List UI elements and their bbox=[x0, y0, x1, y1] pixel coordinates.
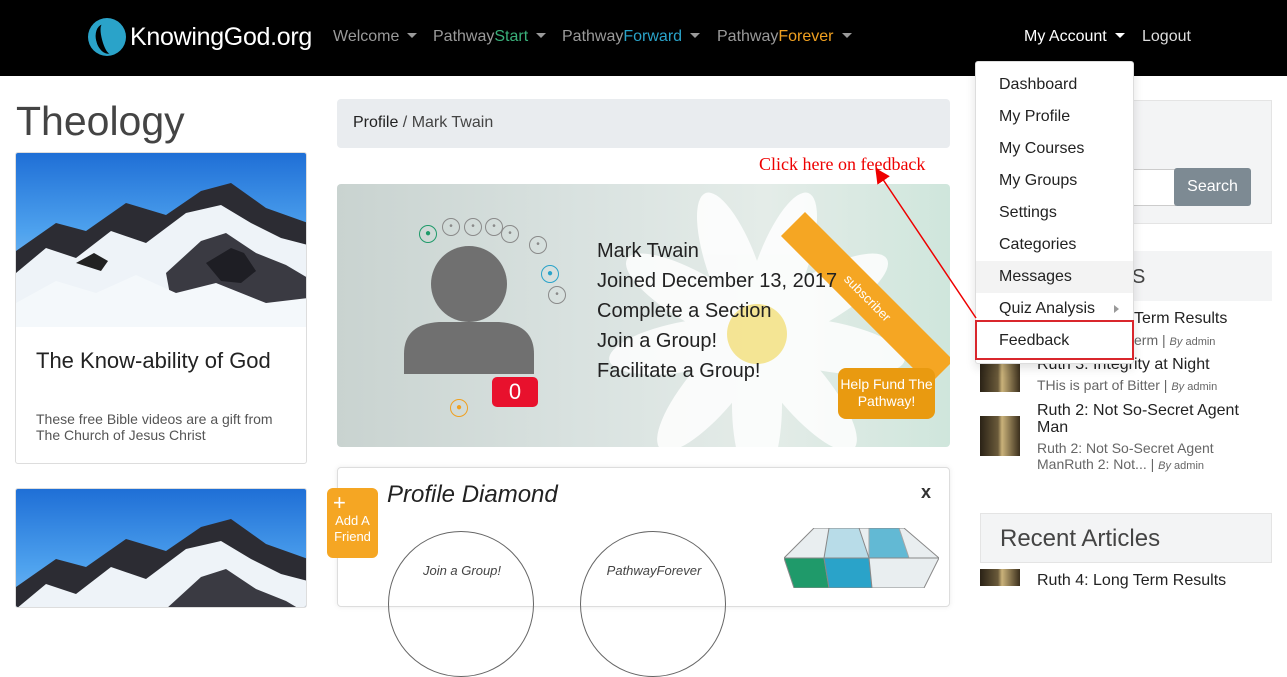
add-friend-button[interactable]: + Add A Friend bbox=[327, 488, 378, 558]
pathwayforever-circle[interactable]: PathwayForever bbox=[580, 531, 726, 677]
course-card[interactable] bbox=[15, 488, 307, 608]
menu-item-my-groups[interactable]: My Groups bbox=[976, 165, 1133, 197]
pin-icon: • bbox=[442, 218, 460, 236]
menu-item-my-profile[interactable]: My Profile bbox=[976, 101, 1133, 133]
nav-forward-word: Forward bbox=[623, 28, 683, 45]
breadcrumb: Profile / Mark Twain bbox=[337, 99, 950, 148]
card-description: These free Bible videos are a gift from … bbox=[36, 411, 273, 443]
my-account-dropdown: Dashboard My Profile My Courses My Group… bbox=[975, 61, 1134, 364]
pin-icon: • bbox=[529, 236, 547, 254]
caret-down-icon bbox=[407, 33, 418, 38]
circle-label: PathwayForever bbox=[606, 563, 702, 578]
caret-down-icon bbox=[536, 33, 547, 38]
menu-item-quiz-analysis[interactable]: Quiz Analysis bbox=[976, 293, 1133, 325]
profile-joined: Joined December 13, 2017 bbox=[597, 270, 838, 292]
search-input[interactable] bbox=[1128, 169, 1176, 206]
pin-forward-icon: ● bbox=[541, 265, 559, 283]
article-snippet: Ruth 2: Not So-Secret Agent ManRuth 2: N… bbox=[1037, 440, 1214, 472]
course-card[interactable]: The Know-ability of God These free Bible… bbox=[15, 152, 307, 464]
article-title[interactable]: Term Results bbox=[1134, 310, 1264, 327]
caret-down-icon bbox=[841, 33, 852, 38]
plus-icon: + bbox=[333, 490, 346, 515]
diamond-gem-icon bbox=[784, 528, 939, 588]
breadcrumb-separator: / bbox=[398, 114, 412, 131]
pin-forever-icon: ● bbox=[450, 399, 468, 417]
nav-welcome-label: Welcome bbox=[333, 28, 400, 45]
byline-prefix: By bbox=[1169, 336, 1183, 348]
sidebar-section-title-fragment: S bbox=[1132, 266, 1146, 288]
nav-forever-word: Forever bbox=[778, 28, 834, 45]
article-byline: By admin bbox=[1158, 460, 1204, 472]
caret-down-icon bbox=[690, 33, 701, 38]
facilitate-group-link[interactable]: Facilitate a Group! bbox=[597, 360, 760, 383]
join-group-circle[interactable]: Join a Group! bbox=[388, 531, 534, 677]
article-snippet-text: erm bbox=[1134, 332, 1159, 348]
article-title[interactable]: Ruth 2: Not So-Secret Agent Man bbox=[1037, 402, 1257, 436]
menu-item-label: Quiz Analysis bbox=[999, 300, 1096, 317]
article-author[interactable]: admin bbox=[1174, 460, 1204, 472]
article-thumbnail[interactable] bbox=[980, 569, 1020, 586]
circle-label: Join a Group! bbox=[422, 563, 502, 578]
points-badge: 0 bbox=[492, 377, 538, 407]
brand-name: KnowingGod.org bbox=[130, 22, 313, 51]
menu-item-messages[interactable]: Messages bbox=[976, 261, 1133, 293]
pin-icon: • bbox=[464, 218, 482, 236]
join-group-link[interactable]: Join a Group! bbox=[597, 330, 717, 353]
byline-prefix: By bbox=[1158, 460, 1171, 472]
breadcrumb-current: Mark Twain bbox=[411, 114, 494, 131]
article-snippet: THis is part of Bitter | By admin bbox=[1037, 377, 1218, 393]
profile-banner: subscriber 0 ● • • • • • ● • ● Mark Twai… bbox=[337, 184, 950, 447]
feedback-annotation: Click here on feedback bbox=[759, 154, 926, 174]
nav-pathway-forward[interactable]: PathwayForward bbox=[562, 28, 701, 46]
menu-item-categories[interactable]: Categories bbox=[976, 229, 1133, 261]
nav-pathway-start[interactable]: PathwayStart bbox=[433, 28, 547, 46]
nav-start-word: Start bbox=[494, 28, 529, 45]
nav-welcome[interactable]: Welcome bbox=[333, 28, 418, 46]
pin-start-icon: ● bbox=[419, 225, 437, 243]
menu-item-settings[interactable]: Settings bbox=[976, 197, 1133, 229]
profile-diamond-panel: Profile Diamond x Join a Group! PathwayF… bbox=[337, 467, 950, 677]
card-title[interactable]: The Know-ability of God bbox=[36, 348, 286, 374]
nav-pathway-word: Pathway bbox=[433, 28, 495, 45]
profile-name: Mark Twain bbox=[597, 240, 699, 262]
add-friend-label: Add A Friend bbox=[334, 513, 371, 544]
pin-icon: • bbox=[548, 286, 566, 304]
profile-diamond-title: Profile Diamond bbox=[387, 481, 558, 508]
menu-item-dashboard[interactable]: Dashboard bbox=[976, 69, 1133, 101]
recent-articles-title: Recent Articles bbox=[1000, 525, 1161, 552]
search-button[interactable]: Search bbox=[1174, 168, 1251, 206]
brand-link[interactable]: KnowingGod.org bbox=[88, 18, 312, 56]
article-author[interactable]: admin bbox=[1185, 336, 1215, 348]
default-avatar-icon bbox=[404, 246, 534, 374]
mountain-image bbox=[16, 153, 306, 327]
breadcrumb-profile-link[interactable]: Profile bbox=[353, 114, 398, 131]
article-snippet-text: THis is part of Bitter bbox=[1037, 377, 1160, 393]
article-byline: By admin bbox=[1170, 336, 1216, 348]
close-button[interactable]: x bbox=[921, 482, 931, 503]
page-title: Theology bbox=[16, 98, 185, 144]
complete-section-link[interactable]: Complete a Section bbox=[597, 300, 772, 323]
article-byline: By admin bbox=[1171, 381, 1217, 393]
menu-item-my-courses[interactable]: My Courses bbox=[976, 133, 1133, 165]
caret-down-icon bbox=[1114, 33, 1125, 38]
pin-icon: • bbox=[501, 225, 519, 243]
help-fund-button[interactable]: Help Fund The Pathway! bbox=[838, 368, 935, 419]
article-title[interactable]: Ruth 4: Long Term Results bbox=[1037, 572, 1267, 589]
knowinggod-logo-icon bbox=[88, 18, 126, 56]
article-author[interactable]: admin bbox=[1187, 381, 1217, 393]
article-snippet: erm | By admin bbox=[1134, 332, 1216, 348]
nav-pathway-forever[interactable]: PathwayForever bbox=[717, 28, 852, 46]
chevron-right-icon bbox=[1114, 305, 1119, 313]
menu-item-feedback[interactable]: Feedback bbox=[976, 325, 1133, 357]
nav-my-account-label: My Account bbox=[1024, 28, 1107, 45]
nav-pathway-word: Pathway bbox=[562, 28, 624, 45]
mountain-image bbox=[16, 489, 306, 607]
nav-my-account[interactable]: My Account bbox=[1024, 28, 1125, 46]
nav-pathway-word: Pathway bbox=[717, 28, 779, 45]
article-thumbnail[interactable] bbox=[980, 416, 1020, 456]
nav-logout[interactable]: Logout bbox=[1142, 28, 1191, 46]
byline-prefix: By bbox=[1171, 381, 1185, 393]
